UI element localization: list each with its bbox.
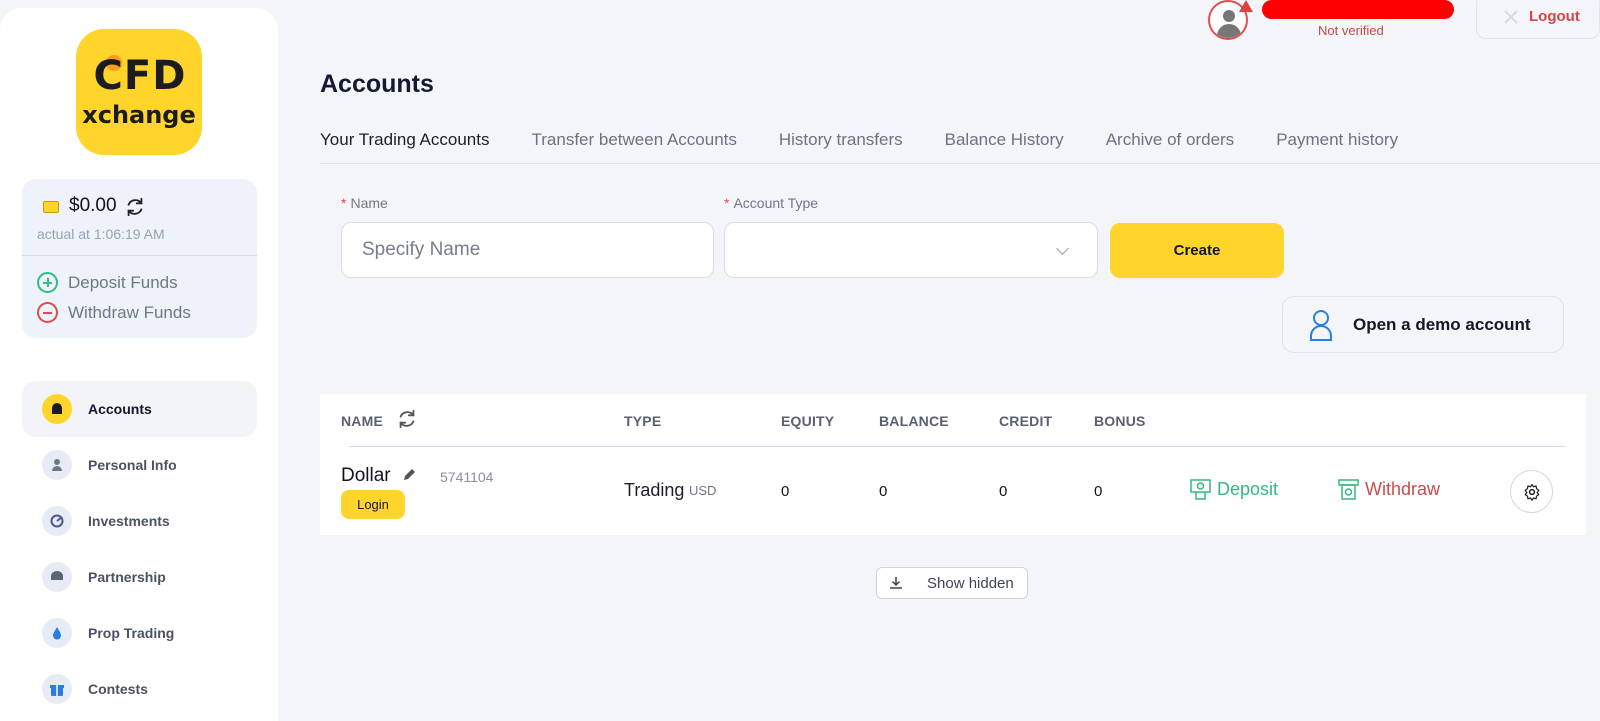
sidebar-item-label: Contests <box>88 681 148 697</box>
wallet-icon <box>42 394 72 424</box>
sidebar-nav: Accounts Personal Info Investments Partn… <box>22 381 257 717</box>
gear-icon <box>1524 483 1539 501</box>
account-name: Dollar <box>341 465 391 486</box>
sidebar-item-personal-info[interactable]: Personal Info <box>22 437 257 493</box>
account-name-input[interactable] <box>341 222 714 278</box>
logout-button[interactable]: Logout <box>1476 0 1600 39</box>
sidebar: CFD xchange $0.00 actual at 1:06:19 AM D… <box>0 8 278 721</box>
chevron-down-icon <box>1056 242 1069 255</box>
account-currency: USD <box>689 483 717 498</box>
tab-bar: Your Trading Accounts Transfer between A… <box>320 130 1398 150</box>
sidebar-item-label: Partnership <box>88 569 166 585</box>
accounts-table: NAME TYPE EQUITY BALANCE CREDIT BONUS Do… <box>320 394 1586 535</box>
withdraw-button[interactable]: Withdraw <box>1338 478 1440 500</box>
account-type-label-text: Account Type <box>733 195 819 211</box>
wallet-icon <box>43 201 59 213</box>
tab-your-trading-accounts[interactable]: Your Trading Accounts <box>320 130 490 150</box>
column-header-credit: CREDIT <box>999 413 1053 429</box>
column-header-type: TYPE <box>624 413 662 429</box>
brand-logo[interactable]: CFD xchange <box>76 29 202 155</box>
name-field-label: * Name <box>341 195 388 211</box>
app-root: CFD xchange $0.00 actual at 1:06:19 AM D… <box>0 0 1600 721</box>
column-header-bonus: BONUS <box>1094 413 1146 429</box>
tab-transfer-between-accounts[interactable]: Transfer between Accounts <box>532 130 737 150</box>
create-account-button[interactable]: Create <box>1110 223 1284 278</box>
required-mark: * <box>724 195 730 211</box>
sidebar-item-partnership[interactable]: Partnership <box>22 549 257 605</box>
show-hidden-button[interactable]: Show hidden <box>876 567 1028 599</box>
column-header-balance: BALANCE <box>879 413 949 429</box>
close-icon <box>1504 9 1518 24</box>
account-type-select[interactable] <box>724 222 1098 278</box>
account-balance: 0 <box>879 483 888 500</box>
tab-archive-of-orders[interactable]: Archive of orders <box>1106 130 1235 150</box>
show-hidden-label: Show hidden <box>927 574 1014 592</box>
verification-status: Not verified <box>1318 23 1384 38</box>
account-bonus: 0 <box>1094 483 1103 500</box>
open-demo-account-label: Open a demo account <box>1353 314 1531 334</box>
name-label-text: Name <box>350 195 388 211</box>
balance-amount: $0.00 <box>69 195 117 216</box>
sidebar-item-accounts[interactable]: Accounts <box>22 381 257 437</box>
deposit-button[interactable]: Deposit <box>1190 478 1278 500</box>
user-icon <box>42 450 72 480</box>
required-mark: * <box>341 195 347 211</box>
tab-history-transfers[interactable]: History transfers <box>779 130 903 150</box>
minus-circle-icon <box>37 302 58 323</box>
deposit-label: Deposit <box>1217 478 1279 499</box>
account-type: Trading <box>624 480 685 500</box>
sidebar-item-prop-trading[interactable]: Prop Trading <box>22 605 257 661</box>
sidebar-item-label: Prop Trading <box>88 625 175 641</box>
logout-label: Logout <box>1529 8 1580 25</box>
withdraw-label: Withdraw <box>1365 478 1441 499</box>
deposit-funds-label: Deposit Funds <box>68 272 178 292</box>
column-header-name: NAME <box>341 413 384 429</box>
page-title: Accounts <box>320 70 434 98</box>
withdraw-funds-label: Withdraw Funds <box>68 302 191 322</box>
redacted-username <box>1262 0 1454 19</box>
cash-withdraw-icon <box>1338 479 1359 500</box>
deposit-funds-link[interactable]: Deposit Funds <box>37 272 178 293</box>
handshake-icon <box>42 562 72 592</box>
cash-deposit-icon <box>1190 479 1211 500</box>
chart-icon <box>42 506 72 536</box>
sidebar-item-contests[interactable]: Contests <box>22 661 257 717</box>
open-demo-account-button[interactable]: Open a demo account <box>1282 296 1564 353</box>
logo-text-bottom: xchange <box>82 101 196 129</box>
pencil-icon[interactable] <box>402 468 416 482</box>
balance-card: $0.00 actual at 1:06:19 AM Deposit Funds… <box>22 179 257 338</box>
account-credit: 0 <box>999 483 1008 500</box>
tab-balance-history[interactable]: Balance History <box>945 130 1064 150</box>
tabs-divider <box>320 163 1600 164</box>
account-equity: 0 <box>781 483 790 500</box>
withdraw-funds-link[interactable]: Withdraw Funds <box>37 302 191 323</box>
sidebar-item-investments[interactable]: Investments <box>22 493 257 549</box>
gift-icon <box>42 674 72 704</box>
account-number: 5741104 <box>440 469 494 485</box>
download-icon <box>890 577 902 589</box>
avatar-body <box>1217 24 1241 38</box>
avatar-head <box>1223 10 1235 22</box>
account-settings-button[interactable] <box>1510 470 1553 513</box>
plus-circle-icon <box>37 272 58 293</box>
user-outline-icon <box>1310 309 1332 341</box>
login-button[interactable]: Login <box>341 490 405 519</box>
sidebar-item-label: Personal Info <box>88 457 177 473</box>
logo-text-top: CFD <box>93 53 187 99</box>
tab-payment-history[interactable]: Payment history <box>1276 130 1398 150</box>
refresh-icon[interactable] <box>396 408 418 430</box>
account-type-field-label: * Account Type <box>724 195 818 211</box>
sidebar-item-label: Accounts <box>88 401 152 417</box>
table-header-divider <box>349 446 1566 447</box>
column-header-equity: EQUITY <box>781 413 835 429</box>
sidebar-item-label: Investments <box>88 513 170 529</box>
warning-icon <box>1239 0 1253 12</box>
balance-timestamp: actual at 1:06:19 AM <box>37 226 165 242</box>
drop-icon <box>42 618 72 648</box>
balance-divider <box>22 255 257 256</box>
refresh-balance-icon[interactable] <box>124 196 146 218</box>
